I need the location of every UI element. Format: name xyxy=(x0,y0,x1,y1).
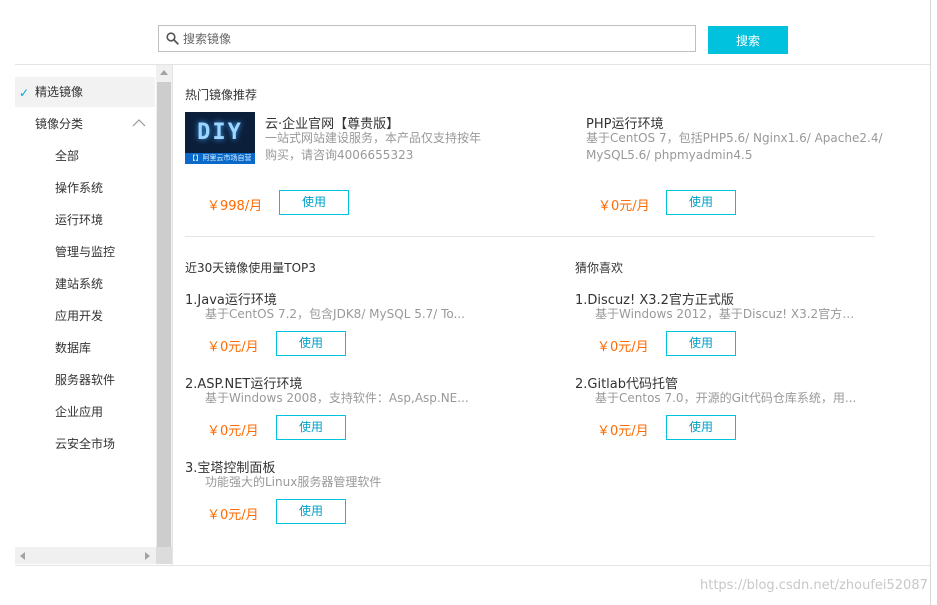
diy-logo-subtitle: 【】阿里云市场自营 xyxy=(188,154,252,162)
horizontal-scrollbar[interactable] xyxy=(15,547,156,564)
sidebar-item-label: 镜像分类 xyxy=(35,117,84,131)
sidebar-item-label: 精选镜像 xyxy=(35,85,84,99)
search-box[interactable] xyxy=(158,25,696,52)
use-button[interactable]: 使用 xyxy=(276,415,346,440)
sidebar-item-label: 数据库 xyxy=(55,341,92,355)
sidebar-item-website[interactable]: 建站系统 xyxy=(15,269,155,299)
sidebar-item-label: 管理与监控 xyxy=(55,245,116,259)
top3-section-title: 近30天镜像使用量TOP3 xyxy=(185,261,316,275)
sidebar-item-label: 建站系统 xyxy=(55,277,104,291)
scroll-right-icon[interactable] xyxy=(145,552,150,560)
scrollbar-thumb[interactable] xyxy=(157,82,171,547)
sidebar-item-label: 服务器软件 xyxy=(55,373,116,387)
card-desc: 基于Windows 2012，基于Discuz! X3.2官方正... xyxy=(595,307,865,321)
card-desc: 基于Windows 2008，支持软件：Asp,Asp.NE... xyxy=(205,391,469,405)
sidebar-item-runtime[interactable]: 运行环境 xyxy=(15,205,155,235)
diy-logo-text: DIY xyxy=(197,120,243,145)
scroll-left-icon[interactable] xyxy=(20,552,25,560)
scrollbar-corner xyxy=(156,547,172,564)
price: ￥0元/月 xyxy=(207,340,259,355)
window-right-border xyxy=(930,0,931,605)
section-divider xyxy=(185,236,875,237)
sidebar-item-dev[interactable]: 应用开发 xyxy=(15,301,155,331)
card-desc: MySQL5.6/ phpmyadmin4.5 xyxy=(586,148,753,162)
sidebar-item-label: 应用开发 xyxy=(55,309,104,323)
sidebar-item-category-header[interactable]: 镜像分类 xyxy=(15,109,155,139)
guess-section-title: 猜你喜欢 xyxy=(575,261,624,275)
chevron-up-icon xyxy=(132,119,146,127)
watermark: https://blog.csdn.net/zhoufei52087 xyxy=(700,578,928,593)
search-input[interactable] xyxy=(183,28,683,49)
card-desc: 一站式网站建设服务，本产品仅支持按年 xyxy=(265,131,482,145)
use-button[interactable]: 使用 xyxy=(666,190,736,215)
use-button[interactable]: 使用 xyxy=(276,499,346,524)
sidebar-list: ✓ 精选镜像 镜像分类 全部 操作系统 运行环境 管理与监控 建站系统 应用开发… xyxy=(15,65,155,547)
sidebar-item-security-market[interactable]: 云安全市场 xyxy=(15,429,155,459)
card-desc: 基于CentOS 7，包括PHP5.6/ Nginx1.6/ Apache2.4… xyxy=(586,131,883,145)
sidebar-item-monitoring[interactable]: 管理与监控 xyxy=(15,237,155,267)
sidebar-item-server-software[interactable]: 服务器软件 xyxy=(15,365,155,395)
bottom-divider xyxy=(15,565,930,566)
card-desc: 基于CentOS 7.2，包含JDK8/ MySQL 5.7/ To... xyxy=(205,307,465,321)
price: ￥0元/月 xyxy=(598,199,650,214)
price: ￥998/月 xyxy=(207,199,263,214)
sidebar-item-enterprise[interactable]: 企业应用 xyxy=(15,397,155,427)
sidebar-item-os[interactable]: 操作系统 xyxy=(15,173,155,203)
sidebar-item-label: 操作系统 xyxy=(55,181,104,195)
price: ￥0元/月 xyxy=(207,508,259,523)
price: ￥0元/月 xyxy=(597,424,649,439)
sidebar-item-all[interactable]: 全部 xyxy=(15,141,155,171)
card-desc: 功能强大的Linux服务器管理软件 xyxy=(205,475,382,489)
card-desc: 购买，请咨询4006655323 xyxy=(265,148,414,162)
check-icon: ✓ xyxy=(19,86,30,100)
sidebar: ✓ 精选镜像 镜像分类 全部 操作系统 运行环境 管理与监控 建站系统 应用开发… xyxy=(15,65,172,565)
scroll-up-icon[interactable] xyxy=(160,70,168,75)
hot-section-title: 热门镜像推荐 xyxy=(185,88,258,102)
use-button[interactable]: 使用 xyxy=(276,331,346,356)
sidebar-item-label: 全部 xyxy=(55,149,80,163)
sidebar-item-featured[interactable]: ✓ 精选镜像 xyxy=(15,77,155,107)
use-button[interactable]: 使用 xyxy=(279,190,349,215)
use-button[interactable]: 使用 xyxy=(666,415,736,440)
search-icon xyxy=(166,32,179,45)
diy-logo: DIY 【】阿里云市场自营 xyxy=(185,112,255,164)
vertical-scrollbar[interactable] xyxy=(156,65,172,547)
price: ￥0元/月 xyxy=(597,340,649,355)
price: ￥0元/月 xyxy=(207,424,259,439)
use-button[interactable]: 使用 xyxy=(666,331,736,356)
sidebar-item-label: 运行环境 xyxy=(55,213,104,227)
sidebar-item-database[interactable]: 数据库 xyxy=(15,333,155,363)
search-button[interactable]: 搜索 xyxy=(708,26,788,54)
sidebar-item-label: 企业应用 xyxy=(55,405,104,419)
card-desc: 基于Centos 7.0，开源的Git代码仓库系统，用... xyxy=(595,391,857,405)
sidebar-divider xyxy=(172,65,173,565)
sidebar-item-label: 云安全市场 xyxy=(55,437,116,451)
